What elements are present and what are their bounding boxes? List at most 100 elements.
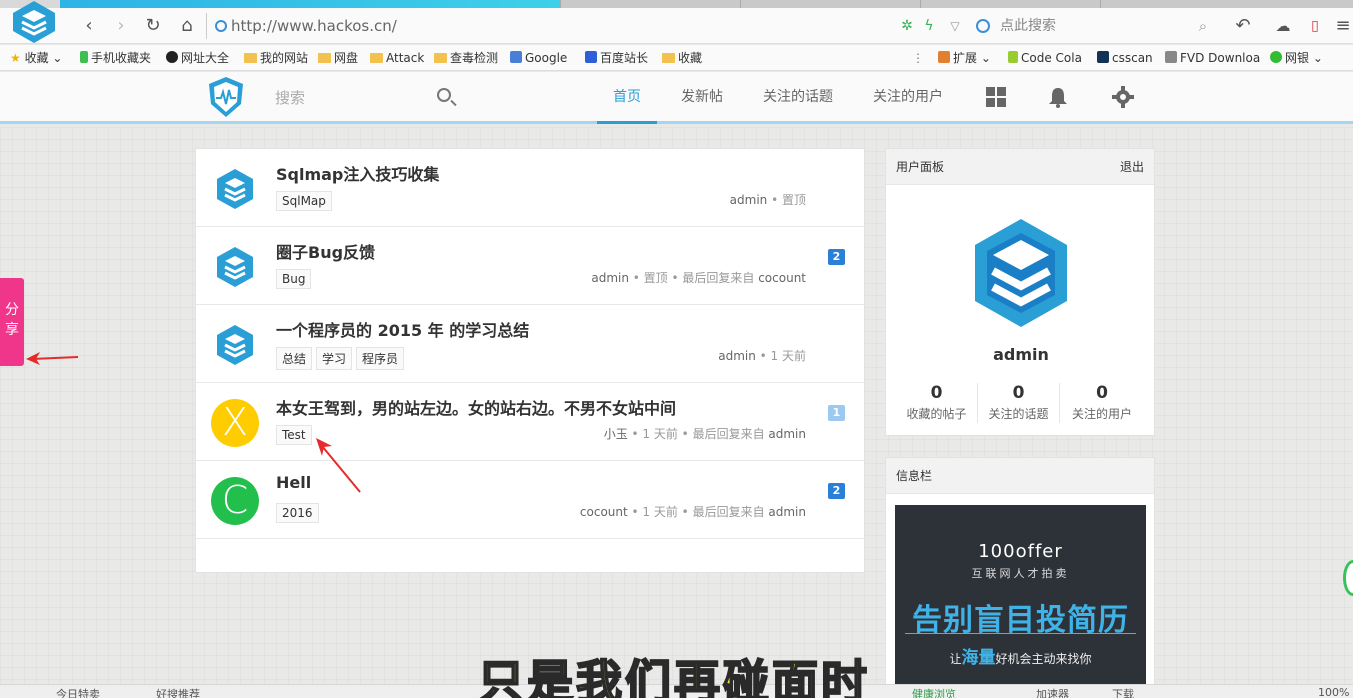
home-icon[interactable]: ⌂	[176, 16, 198, 38]
site-search-placeholder: 搜索	[275, 89, 306, 107]
site-logo-icon[interactable]	[207, 76, 245, 118]
stat-favorites[interactable]: 0 收藏的帖子	[896, 383, 978, 423]
search-icon[interactable]	[437, 88, 451, 102]
bookmark-item[interactable]: 收藏	[662, 50, 702, 66]
topic-tag[interactable]: Bug	[276, 269, 312, 289]
site-search-input[interactable]: 搜索	[275, 86, 465, 110]
last-reply-user[interactable]: admin	[768, 505, 806, 519]
bookmark-item[interactable]: Code Cola	[1008, 50, 1082, 66]
tab[interactable]	[740, 0, 920, 8]
topic-tag[interactable]: 2016	[276, 503, 319, 523]
bookmark-item[interactable]: Google	[510, 50, 567, 66]
topic-list: Sqlmap注入技巧收集 SqlMap admin • 置顶 圈子Bug反馈 B…	[195, 148, 865, 573]
zoom-level[interactable]: 100%	[1318, 686, 1349, 698]
user-avatar-logo-icon[interactable]	[971, 217, 1071, 329]
bookmark-item[interactable]: 查毒检测	[434, 50, 498, 66]
topic-tag[interactable]: 总结	[276, 347, 313, 370]
tab[interactable]	[920, 0, 1100, 8]
search-engine-icon	[976, 19, 990, 33]
topic-meta: 小玉 • 1 天前 • 最后回复来自 admin	[603, 427, 806, 441]
topic-title[interactable]: Sqlmap注入技巧收集	[276, 161, 439, 185]
status-item[interactable]: 今日特卖	[56, 686, 100, 698]
last-reply-user[interactable]: cocount	[758, 271, 806, 285]
more-icon[interactable]: ⋮	[912, 50, 924, 66]
browser-logo-icon[interactable]	[10, 0, 58, 44]
nav-home[interactable]: 首页	[597, 72, 657, 124]
bookmark-item[interactable]: 网银 ⌄	[1270, 50, 1323, 66]
stat-followed-users[interactable]: 0 关注的用户	[1061, 383, 1143, 422]
topic-tag[interactable]: SqlMap	[276, 191, 332, 211]
last-reply-user[interactable]: admin	[768, 427, 806, 441]
bookmark-item[interactable]: 网盘	[318, 50, 358, 66]
browser-search-input[interactable]: 点此搜索	[970, 13, 1220, 39]
topic-author[interactable]: admin	[718, 349, 756, 363]
grid-icon[interactable]	[985, 86, 1007, 108]
status-item[interactable]: 健康浏览	[912, 686, 956, 698]
search-icon[interactable]: ⌕	[1192, 16, 1214, 38]
forward-icon[interactable]: ›	[110, 16, 132, 38]
topic-row[interactable]: 圈子Bug反馈 Bug admin • 置顶 • 最后回复来自 cocount …	[196, 227, 864, 305]
bookmark-item[interactable]: 我的网站	[244, 50, 308, 66]
stat-label: 关注的用户	[1071, 407, 1132, 421]
topic-meta: admin • 置顶 • 最后回复来自 cocount	[591, 271, 806, 285]
topic-author[interactable]: admin	[730, 193, 768, 207]
topic-row[interactable]: Sqlmap注入技巧收集 SqlMap admin • 置顶	[196, 149, 864, 227]
topic-tag[interactable]: 程序员	[356, 347, 405, 370]
topic-avatar-logo-icon	[217, 247, 253, 287]
cloud-icon[interactable]: ☁	[1272, 16, 1294, 38]
share-tab[interactable]: 分 享	[0, 278, 24, 366]
bookmark-item[interactable]: FVD Downloa	[1165, 50, 1260, 66]
download-icon	[1165, 51, 1177, 63]
tab-active[interactable]	[60, 0, 560, 8]
tab[interactable]	[1100, 0, 1353, 8]
stat-label: 关注的话题	[988, 407, 1049, 421]
topic-tag[interactable]: Test	[276, 425, 312, 445]
nav-new-post[interactable]: 发新帖	[672, 72, 732, 124]
topic-title[interactable]: 本女王驾到，男的站左边。女的站右边。不男不女站中间	[276, 395, 676, 419]
bookmark-item[interactable]: Attack	[370, 50, 424, 66]
topic-title[interactable]: Hell	[276, 473, 311, 492]
logout-link[interactable]: 退出	[1120, 149, 1144, 185]
topic-tag[interactable]: 学习	[316, 347, 353, 370]
tab[interactable]	[560, 0, 740, 8]
user-panel-header: 用户面板 退出	[886, 149, 1154, 185]
gear-green-icon[interactable]: ✲	[896, 16, 918, 38]
status-item[interactable]: 下载	[1112, 686, 1134, 698]
username[interactable]: admin	[886, 345, 1156, 364]
bookmark-item[interactable]: ★ 收藏 ⌄	[10, 50, 62, 66]
advertisement-banner[interactable]: 100offer 互联网人才拍卖 告别盲目投简历 让海量好机会主动来找你	[895, 505, 1146, 698]
bookmark-item[interactable]: 百度站长	[585, 50, 648, 66]
undo-icon[interactable]: ↶	[1232, 16, 1254, 38]
address-bar[interactable]: http://www.hackos.cn/	[206, 13, 886, 39]
gear-icon[interactable]	[1112, 86, 1134, 108]
topic-author[interactable]: cocount	[580, 505, 628, 519]
user-panel: 用户面板 退出 admin 0 收藏的帖子 0 关注的话题 0 关注的用户	[885, 148, 1155, 436]
bell-icon[interactable]	[1047, 86, 1069, 108]
stat-label: 收藏的帖子	[906, 407, 967, 421]
nav-followed-users[interactable]: 关注的用户	[862, 72, 954, 124]
bookmark-item[interactable]: 网址大全	[166, 50, 229, 66]
back-icon[interactable]: ‹	[78, 16, 100, 38]
nav-followed-topics[interactable]: 关注的话题	[752, 72, 844, 124]
bookmark-item[interactable]: 扩展 ⌄	[938, 50, 991, 66]
status-item[interactable]: 好搜推荐	[156, 686, 200, 698]
topic-row[interactable]: C Hell 2016 cocount • 1 天前 • 最后回复来自 admi…	[196, 461, 864, 539]
topic-author[interactable]: admin	[591, 271, 629, 285]
status-item[interactable]: 加速器	[1036, 686, 1069, 698]
topic-title[interactable]: 一个程序员的 2015 年 的学习总结	[276, 317, 529, 341]
tab-strip[interactable]	[0, 0, 1353, 8]
phone-icon[interactable]: ▯	[1304, 16, 1326, 38]
topic-author[interactable]: 小玉	[604, 427, 628, 441]
lightning-icon[interactable]: ϟ	[918, 16, 940, 38]
bookmark-item[interactable]: csscan	[1097, 50, 1153, 66]
reload-icon[interactable]: ↻	[142, 16, 164, 38]
chevron-down-icon[interactable]: ▽	[944, 16, 966, 38]
stat-followed-topics[interactable]: 0 关注的话题	[978, 383, 1060, 423]
topic-title[interactable]: 圈子Bug反馈	[276, 239, 375, 263]
bookmark-item[interactable]: 手机收藏夹	[80, 50, 151, 66]
bank-icon	[1270, 51, 1282, 63]
topic-row[interactable]: X 本女王驾到，男的站左边。女的站右边。不男不女站中间 Test 小玉 • 1 …	[196, 383, 864, 461]
site-security-icon	[215, 20, 227, 32]
menu-icon[interactable]: ≡	[1332, 16, 1353, 38]
topic-row[interactable]: 一个程序员的 2015 年 的学习总结 总结 学习 程序员 admin • 1 天前	[196, 305, 864, 383]
